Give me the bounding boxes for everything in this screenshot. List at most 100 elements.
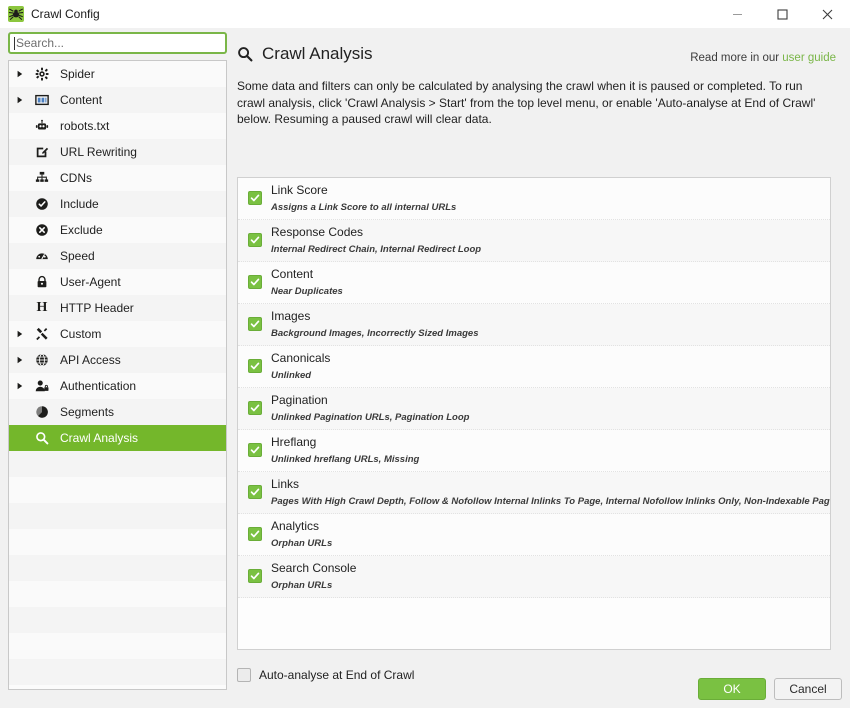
robot-icon [31,119,53,133]
content-header: Crawl Analysis Read more in our user gui… [231,32,842,64]
sidebar-item-segments[interactable]: Segments [9,399,226,425]
option-checkbox[interactable] [248,359,262,373]
option-checkbox[interactable] [248,233,262,247]
window-title: Crawl Config [31,7,100,21]
search-icon [237,46,253,62]
tree-empty-row [9,477,226,503]
option-title: Canonicals [271,351,331,365]
tree-empty-row [9,659,226,685]
option-row[interactable]: Hreflang Unlinked hreflang URLs, Missing [238,430,830,472]
tools-icon [31,327,53,341]
option-title: Hreflang [271,435,317,449]
option-row[interactable]: Pagination Unlinked Pagination URLs, Pagi… [238,388,830,430]
expand-arrow-icon[interactable] [9,70,31,78]
tree-empty-row [9,581,226,607]
option-title: Analytics [271,519,320,533]
option-subtitle: Orphan URLs [271,538,333,549]
option-row[interactable]: Link Score Assigns a Link Score to all in… [238,178,830,220]
sidebar-item-http-header[interactable]: H HTTP Header [9,295,226,321]
dialog-footer: OK Cancel [698,678,842,700]
option-row[interactable]: Response Codes Internal Redirect Chain, I… [238,220,830,262]
option-title: Link Score [271,183,328,197]
sidebar-item-user-agent[interactable]: User-Agent [9,269,226,295]
ok-button[interactable]: OK [698,678,766,700]
sidebar-item-label: Speed [60,249,95,263]
option-row[interactable]: Analytics Orphan URLs [238,514,830,556]
option-title: Content [271,267,314,281]
expand-arrow-icon[interactable] [9,356,31,364]
sidebar-item-robots-txt[interactable]: robots.txt [9,113,226,139]
sidebar-item-custom[interactable]: Custom [9,321,226,347]
tree-empty-row [9,529,226,555]
option-checkbox[interactable] [248,443,262,457]
sidebar-item-authentication[interactable]: Authentication [9,373,226,399]
option-checkbox[interactable] [248,317,262,331]
dialog-body: Spider Content robots.txt URL Rewriting CDNs… [0,28,850,708]
cancel-button[interactable]: Cancel [774,678,842,700]
sidebar-item-spider[interactable]: Spider [9,61,226,87]
sidebar-item-label: Spider [60,67,95,81]
spider-icon [8,6,24,22]
option-subtitle: Internal Redirect Chain, Internal Redire… [271,244,482,255]
option-subtitle: Unlinked [271,370,312,381]
tree-empty-row [9,451,226,477]
option-row[interactable]: Links Pages With High Crawl Depth, Follow… [238,472,830,514]
gauge-icon [31,249,53,263]
close-icon[interactable] [805,0,850,28]
search-input[interactable] [15,36,221,50]
option-row[interactable]: Images Background Images, Incorrectly Siz… [238,304,830,346]
gear-icon [31,67,53,81]
option-text: Analytics Orphan URLs [262,519,332,550]
title-bar-left: Crawl Config [0,6,100,22]
option-subtitle: Assigns a Link Score to all internal URL… [271,202,457,213]
sidebar-item-url-rewriting[interactable]: URL Rewriting [9,139,226,165]
sidebar-item-content[interactable]: Content [9,87,226,113]
minimize-icon[interactable] [715,0,760,28]
settings-tree[interactable]: Spider Content robots.txt URL Rewriting CDNs… [8,60,227,690]
option-checkbox[interactable] [248,485,262,499]
option-text: Link Score Assigns a Link Score to all in… [262,183,456,214]
user-guide-link[interactable]: user guide [782,52,836,64]
page-title: Crawl Analysis [262,44,373,63]
sidebar-item-api-access[interactable]: API Access [9,347,226,373]
option-text: Search Console Orphan URLs [262,561,356,592]
expand-arrow-icon[interactable] [9,330,31,338]
option-row[interactable]: Content Near Duplicates [238,262,830,304]
sidebar-item-include[interactable]: Include [9,191,226,217]
sidebar-item-label: CDNs [60,171,92,185]
option-row[interactable]: Canonicals Unlinked [238,346,830,388]
content-header-left: Crawl Analysis [237,44,373,64]
content-panel: Crawl Analysis Read more in our user gui… [231,32,842,692]
sidebar-item-label: Crawl Analysis [60,431,139,445]
expand-arrow-icon[interactable] [9,382,31,390]
option-checkbox[interactable] [248,191,262,205]
edit-icon [31,145,53,159]
maximize-icon[interactable] [760,0,805,28]
option-checkbox[interactable] [248,275,262,289]
option-checkbox[interactable] [248,527,262,541]
sidebar-item-label: URL Rewriting [60,145,137,159]
expand-arrow-icon[interactable] [9,96,31,104]
auto-analyse-label: Auto-analyse at End of Crawl [259,668,415,682]
option-checkbox[interactable] [248,401,262,415]
sidebar-item-speed[interactable]: Speed [9,243,226,269]
option-text: Response Codes Internal Redirect Chain, I… [262,225,481,256]
sidebar-item-label: Content [60,93,103,107]
search-box[interactable] [8,32,227,54]
sidebar-item-crawl-analysis[interactable]: Crawl Analysis [9,425,226,451]
pie-chart-icon [31,405,53,419]
title-bar: Crawl Config [0,0,850,28]
letter-h-icon: H [36,300,48,315]
auto-analyse-checkbox[interactable] [237,668,251,682]
option-text: Content Near Duplicates [262,267,343,298]
option-title: Images [271,309,311,323]
option-subtitle: Background Images, Incorrectly Sized Ima… [271,328,479,339]
sidebar-item-exclude[interactable]: Exclude [9,217,226,243]
auto-analyse-row[interactable]: Auto-analyse at End of Crawl [237,668,414,682]
read-more-prefix: Read more in our [690,52,783,64]
option-row[interactable]: Search Console Orphan URLs [238,556,830,598]
option-checkbox[interactable] [248,569,262,583]
sidebar-item-cdns[interactable]: CDNs [9,165,226,191]
tree-empty-row [9,555,226,581]
option-title: Response Codes [271,225,364,239]
